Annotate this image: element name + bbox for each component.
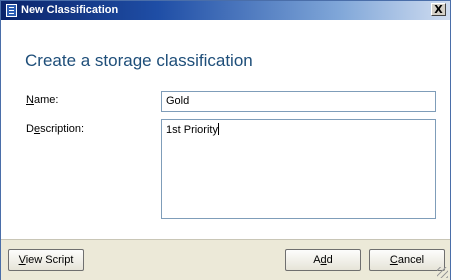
name-field[interactable]: Gold: [161, 91, 436, 112]
window-app-icon: [6, 4, 17, 17]
dialog-window: New Classification X Create a storage cl…: [0, 0, 451, 280]
name-value: Gold: [166, 95, 190, 107]
name-label: Name:: [26, 94, 59, 106]
description-label: Description:: [26, 123, 85, 135]
view-script-button[interactable]: View Script: [8, 249, 84, 271]
resize-grip-icon[interactable]: [437, 267, 448, 278]
page-title: Create a storage classification: [25, 51, 253, 70]
add-button[interactable]: Add: [285, 249, 361, 271]
title-bar[interactable]: New Classification X: [1, 1, 450, 20]
button-bar: View Script Add Cancel: [1, 239, 450, 280]
text-caret: [217, 123, 219, 135]
cancel-button[interactable]: Cancel: [369, 249, 445, 271]
description-value: 1st Priority: [166, 124, 218, 136]
window-title: New Classification: [21, 4, 119, 16]
description-field[interactable]: 1st Priority: [161, 119, 436, 219]
close-icon[interactable]: X: [431, 3, 446, 16]
